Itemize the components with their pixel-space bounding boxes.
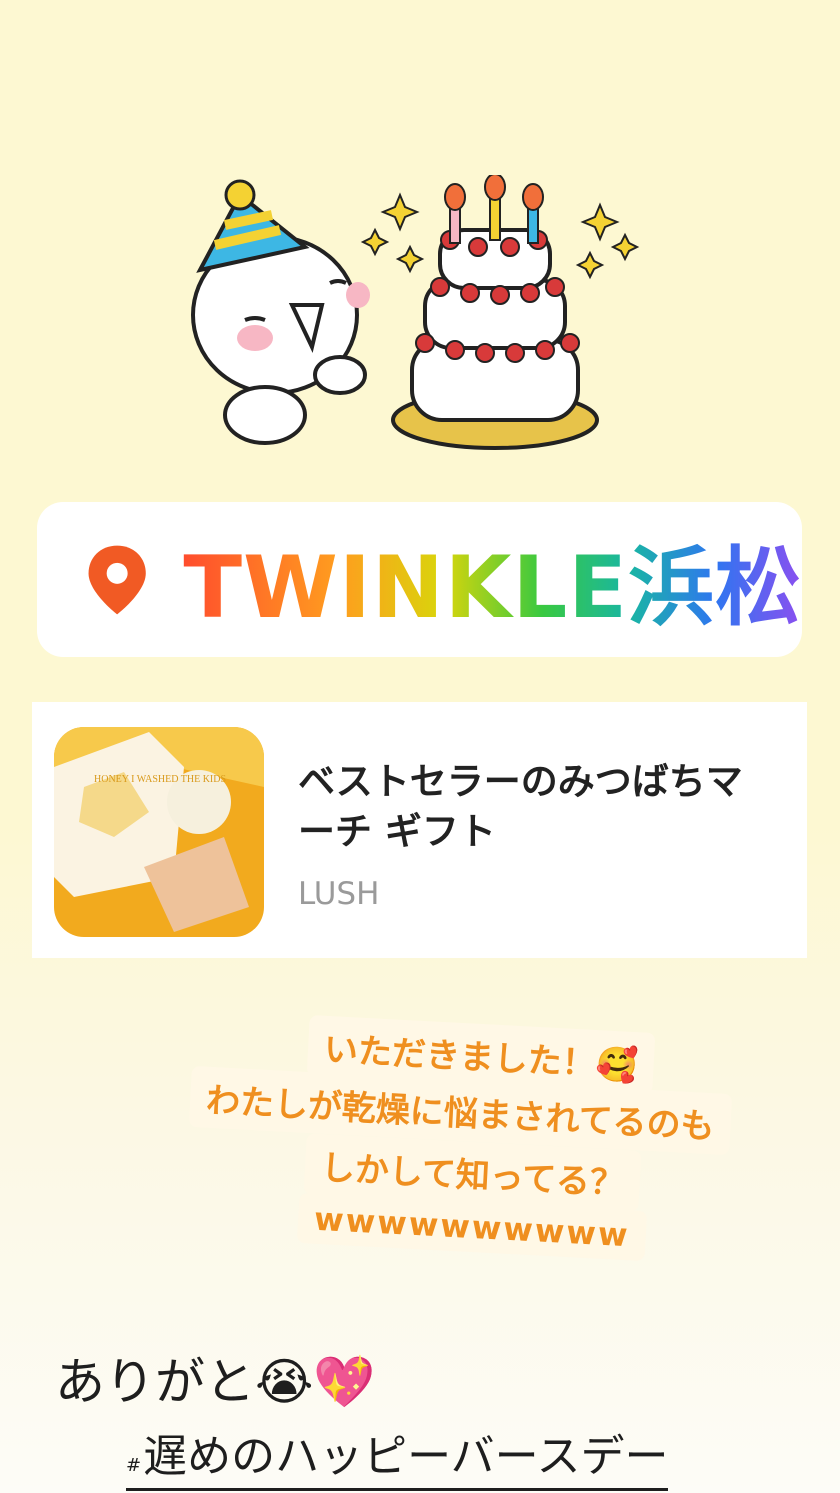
caption-text: いただきました！🥰 わたしが乾燥に悩まされてるのも しかして知ってる？ wwww…	[180, 1010, 800, 1290]
birthday-sticker	[191, 175, 640, 450]
cake-icon	[391, 175, 599, 450]
product-image: HONEY I WASHED THE KIDS	[54, 727, 264, 937]
hash-mark: #	[126, 1455, 142, 1476]
product-sticker[interactable]: HONEY I WASHED THE KIDS ベストセラーのみつばちマーチ ギ…	[32, 702, 807, 958]
character-icon	[191, 179, 370, 445]
product-title: ベストセラーのみつばちマーチ ギフト	[298, 760, 743, 853]
hashtag-sticker[interactable]: #遅めのハッピーバースデー	[126, 1420, 669, 1491]
thanks-text: ありがと😭💖	[55, 1353, 376, 1411]
location-label: TWINKLE浜松	[183, 517, 802, 642]
location-pin-icon	[88, 545, 146, 614]
product-brand: LUSH	[298, 876, 380, 912]
product-image-text: HONEY I WASHED THE KIDS	[94, 774, 226, 785]
hashtag-text: 遅めのハッピーバースデー	[143, 1431, 669, 1482]
location-sticker[interactable]: TWINKLE浜松	[37, 502, 802, 657]
